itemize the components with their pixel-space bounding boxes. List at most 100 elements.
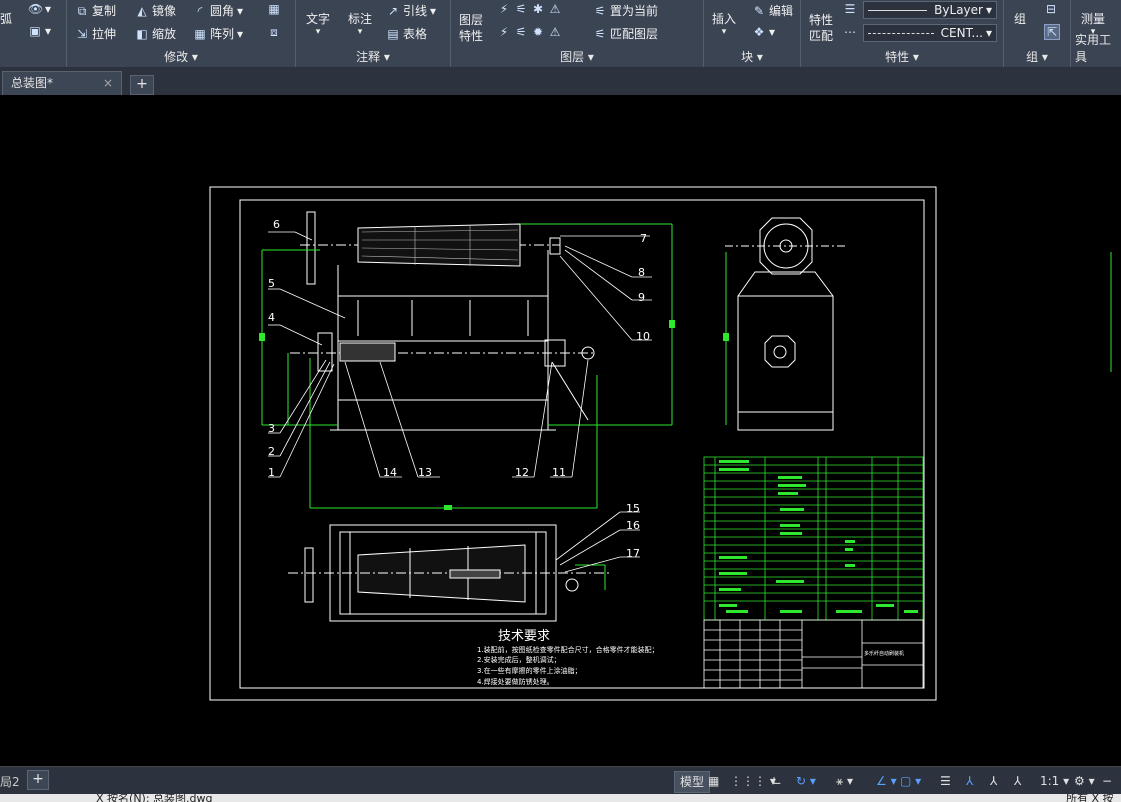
auto-scale-icon[interactable]: ⅄ bbox=[990, 771, 997, 791]
tech-title: 技术要求 bbox=[498, 629, 550, 644]
stretch-icon: ⇲ bbox=[76, 26, 88, 41]
block-attr-button[interactable]: ❖ ▾ bbox=[752, 25, 775, 39]
add-layout-button[interactable]: + bbox=[27, 770, 49, 790]
close-icon[interactable]: × bbox=[103, 72, 113, 94]
part-label: 4 bbox=[268, 311, 275, 324]
part-label: 10 bbox=[636, 330, 650, 343]
copy-button[interactable]: ⧉ 复制 bbox=[75, 2, 116, 19]
gear-icon[interactable]: ⚙ ▾ bbox=[1074, 771, 1095, 791]
model-space-button[interactable]: 模型 bbox=[674, 771, 711, 793]
lineweight-select[interactable]: ByLayer ▾ bbox=[863, 1, 997, 19]
leader-button[interactable]: ↗ 引线 ▾ bbox=[386, 2, 436, 19]
match-properties-button[interactable]: 特性 匹配 bbox=[809, 12, 833, 44]
ungroup-icon[interactable]: ⊟ bbox=[1044, 2, 1058, 16]
tech-note: 3.在一些有摩擦的零件上涂油脂； bbox=[477, 666, 582, 675]
match-layer-icon: ⚟ bbox=[594, 26, 606, 41]
offset-icon[interactable]: ⧈ bbox=[267, 25, 281, 39]
cube-icon[interactable]: ▦ bbox=[267, 2, 281, 16]
text-button[interactable]: 文字 ▾ bbox=[306, 10, 330, 37]
panel-annotation: 文字 ▾ 标注 ▾ ↗ 引线 ▾ ▤ 表格 注释 ▾ bbox=[296, 0, 451, 67]
linetype-select[interactable]: CENT... ▾ bbox=[863, 24, 997, 42]
panel-annotation-title[interactable]: 注释 ▾ bbox=[296, 48, 450, 65]
part-label: 13 bbox=[418, 466, 432, 479]
part-label: 16 bbox=[626, 519, 640, 532]
sheet-inner-border bbox=[239, 199, 925, 689]
part-number-labels: 1 2 3 4 5 6 7 8 9 10 11 12 13 14 15 16 1… bbox=[268, 218, 650, 560]
technical-requirements: 技术要求 1.装配前，按图纸检查零件配合尺寸，合格零件才能装配； 2.安装完成后… bbox=[477, 629, 659, 686]
command-history: X 按名(N): 总装图.dwg bbox=[96, 794, 213, 802]
dimension-button[interactable]: 标注 ▾ bbox=[348, 10, 372, 37]
osnap-tracking-icon[interactable]: ∠ ▾ bbox=[876, 771, 897, 791]
group-button[interactable]: 组 bbox=[1014, 10, 1026, 27]
layer-tools-row1[interactable]: ⚡ ⚟ ✱ ⚠ bbox=[497, 2, 562, 16]
layer-properties-button[interactable]: 图层 特性 bbox=[459, 12, 483, 44]
visibility-icon[interactable]: 👁 ▾ bbox=[28, 2, 51, 16]
panel-modify-title[interactable]: 修改 ▾ bbox=[67, 48, 295, 65]
annotation-visibility-icon[interactable]: ⅄ bbox=[966, 771, 973, 791]
parts-list-table bbox=[703, 456, 924, 621]
new-tab-button[interactable]: + bbox=[130, 75, 154, 95]
leader-icon: ↗ bbox=[387, 3, 399, 18]
scale-button[interactable]: ◧ 缩放 bbox=[135, 25, 176, 42]
lineweight-toggle-icon[interactable]: ☰ bbox=[940, 771, 951, 791]
ortho-icon[interactable]: ∟ bbox=[772, 771, 782, 791]
panel-properties-title[interactable]: 特性 ▾ bbox=[801, 48, 1003, 65]
isodraft-icon[interactable]: ⚹ ▾ bbox=[836, 771, 853, 791]
array-icon: ▦ bbox=[194, 26, 206, 41]
layout-tab[interactable]: 局2 bbox=[0, 773, 20, 790]
drawing-canvas[interactable]: 1 2 3 4 5 6 7 8 9 10 11 12 13 14 15 16 1… bbox=[0, 96, 1121, 766]
status-bar: 局2 + 模型 ▦ ⋮⋮⋮ ▾ ∟ ↻ ▾ ⚹ ▾ ∠ ▾ ▢ ▾ ☰ ⅄ ⅄ … bbox=[0, 766, 1121, 795]
panel-draw-partial: 弧 👁 ▾ ▣ ▾ bbox=[0, 0, 67, 67]
part-label: 14 bbox=[383, 466, 397, 479]
layer-tools-row2[interactable]: ⚡ ⚟ ✹ ⚠ bbox=[497, 25, 562, 39]
table-button[interactable]: ▤ 表格 bbox=[386, 25, 427, 42]
fillet-button[interactable]: ◜ 圆角 ▾ bbox=[193, 2, 243, 19]
insert-button[interactable]: 插入 ▾ bbox=[712, 10, 736, 37]
snap-icon[interactable]: ⋮⋮⋮ ▾ bbox=[730, 771, 776, 791]
osnap-icon[interactable]: ▢ ▾ bbox=[900, 771, 921, 791]
tech-note: 2.安装完成后，整机调试； bbox=[477, 655, 561, 664]
table-icon: ▤ bbox=[387, 26, 399, 41]
panel-block-title[interactable]: 块 ▾ bbox=[704, 48, 800, 65]
tab-assembly-drawing[interactable]: 总装图* × bbox=[2, 71, 122, 95]
stretch-button[interactable]: ⇲ 拉伸 bbox=[75, 25, 116, 42]
drawing-svg: 1 2 3 4 5 6 7 8 9 10 11 12 13 14 15 16 1… bbox=[209, 186, 1112, 701]
sheet-outer-border bbox=[209, 186, 937, 701]
block-attr-icon: ❖ bbox=[753, 25, 765, 39]
mirror-icon: ◭ bbox=[137, 3, 147, 18]
panel-layers-title[interactable]: 图层 ▾ bbox=[451, 48, 703, 65]
part-label: 6 bbox=[273, 218, 280, 231]
panel-groups-title[interactable]: 组 ▾ bbox=[1004, 48, 1070, 65]
panel-modify: ⧉ 复制 ◭ 镜像 ◜ 圆角 ▾ ▦ ⇲ 拉伸 ◧ 缩放 ▦ 阵列 ▾ ⧈ 修改 ▾ bbox=[67, 0, 296, 67]
command-line[interactable]: X 按名(N): 总装图.dwg 所有 X 按 bbox=[0, 794, 1121, 802]
panel-block: 插入 ▾ ✎ 编辑 ❖ ▾ 块 ▾ bbox=[704, 0, 801, 67]
top-view bbox=[288, 524, 610, 622]
panel-utilities-title[interactable]: 实用工具 bbox=[1075, 31, 1121, 65]
part-label: 3 bbox=[268, 422, 275, 435]
block-edit-icon: ✎ bbox=[753, 3, 765, 18]
copy-icon: ⧉ bbox=[77, 3, 87, 18]
parts-list-text bbox=[719, 460, 918, 613]
block-edit-button[interactable]: ✎ 编辑 bbox=[752, 2, 793, 19]
linetype-icon[interactable]: ⋯ bbox=[843, 25, 857, 39]
minus-icon[interactable]: − bbox=[1102, 771, 1112, 791]
command-history-right: 所有 X 按 bbox=[1066, 794, 1114, 802]
mirror-button[interactable]: ◭ 镜像 bbox=[135, 2, 176, 19]
annotation-scale-icon[interactable]: ⅄ bbox=[1014, 771, 1021, 791]
polar-icon[interactable]: ↻ ▾ bbox=[796, 771, 816, 791]
scale-icon: ◧ bbox=[136, 26, 148, 41]
set-current-button[interactable]: ⚟ 置为当前 bbox=[593, 2, 658, 19]
panel-groups: 组 ⊟ ⇱ 组 ▾ bbox=[1004, 0, 1071, 67]
grid-icon[interactable]: ▦ bbox=[708, 771, 719, 791]
part-label: 5 bbox=[268, 277, 275, 290]
part-label: 17 bbox=[626, 547, 640, 560]
annotation-scale-select[interactable]: 1:1 ▾ bbox=[1040, 771, 1069, 791]
group-select-icon[interactable]: ⇱ bbox=[1044, 24, 1060, 40]
match-layer-button[interactable]: ⚟ 匹配图层 bbox=[593, 25, 658, 42]
fillet-icon: ◜ bbox=[197, 3, 203, 18]
arc-button[interactable]: 弧 bbox=[0, 10, 12, 27]
lineweight-icon[interactable]: ☰ bbox=[843, 2, 857, 16]
boundary-icon[interactable]: ▣ ▾ bbox=[28, 24, 51, 38]
array-button[interactable]: ▦ 阵列 ▾ bbox=[193, 25, 243, 42]
front-view bbox=[290, 211, 595, 431]
